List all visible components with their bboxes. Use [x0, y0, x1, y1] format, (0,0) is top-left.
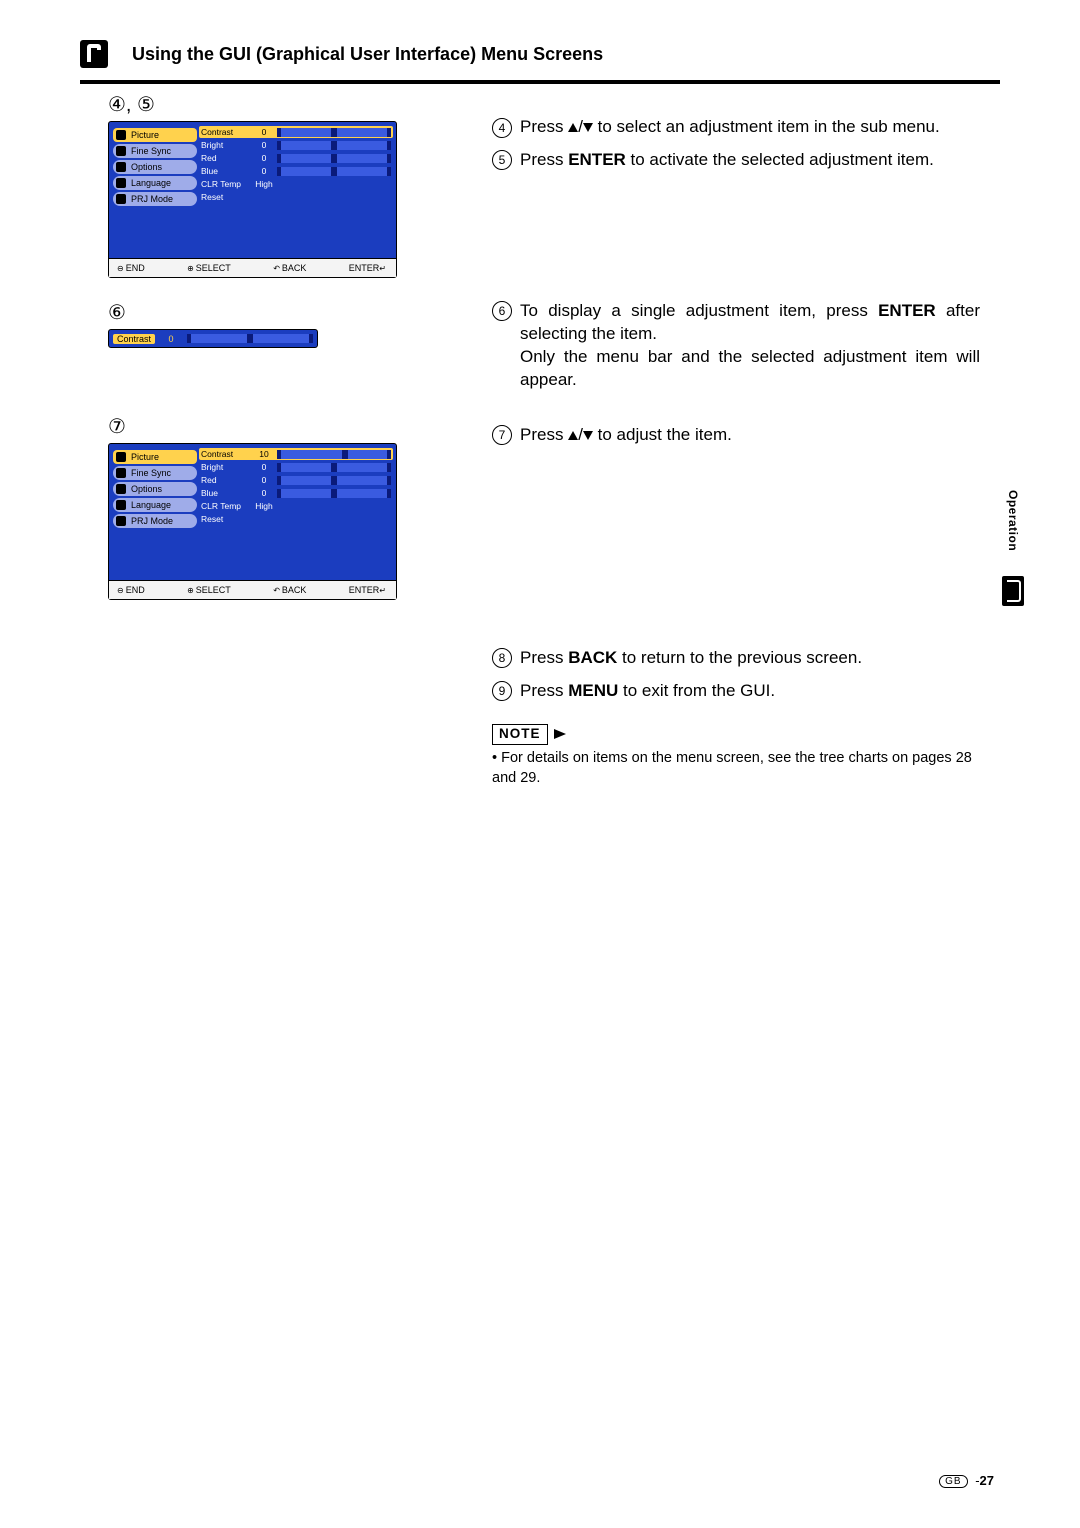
osd-row: Red0 — [201, 474, 391, 486]
instruction-9: 9 Press MENU to exit from the GUI. — [492, 680, 980, 703]
instruction-8: 8 Press BACK to return to the previous s… — [492, 647, 980, 670]
divider — [80, 80, 1000, 84]
note-arrow-icon — [554, 729, 566, 739]
menu-item-options: Options — [113, 482, 197, 496]
instruction-4: 4 Press / to select an adjustment item i… — [492, 116, 980, 139]
menu-item-language: Language — [113, 176, 197, 190]
page-title: Using the GUI (Graphical User Interface)… — [132, 44, 603, 65]
menu-item-picture: Picture — [113, 450, 197, 464]
osd-row: Reset — [201, 191, 391, 203]
step-7-label: ⑦ — [108, 414, 408, 439]
osd-row: CLR TempHigh — [201, 178, 391, 190]
osd-row: CLR TempHigh — [201, 500, 391, 512]
menu-item-finesync: Fine Sync — [113, 144, 197, 158]
step-6-label: ⑥ — [108, 300, 408, 325]
menu-item-prjmode: PRJ Mode — [113, 514, 197, 528]
menu-item-options: Options — [113, 160, 197, 174]
osd-screenshot-7: Picture Fine Sync Options Language PRJ M… — [108, 443, 397, 600]
section-icon — [1002, 576, 1024, 606]
menu-item-prjmode: PRJ Mode — [113, 192, 197, 206]
instruction-6: 6 To display a single adjustment item, p… — [492, 300, 980, 392]
osd-row: Red0 — [201, 152, 391, 164]
osd-row: Contrast10 — [199, 448, 393, 460]
down-arrow-icon — [583, 123, 593, 132]
osd-row: Blue0 — [201, 165, 391, 177]
osd-row: Bright0 — [201, 139, 391, 151]
instruction-5: 5 Press ENTER to activate the selected a… — [492, 149, 980, 172]
up-arrow-icon — [568, 431, 578, 440]
note-heading: NOTE — [492, 722, 980, 745]
osd-row: Reset — [201, 513, 391, 525]
osd-footer: ⊖END ⊕SELECT ↶BACK ENTER↵ — [109, 580, 396, 599]
menu-item-picture: Picture — [113, 128, 197, 142]
note-text: • For details on items on the menu scree… — [492, 749, 980, 788]
osd-footer: ⊖END ⊕SELECT ↶BACK ENTER↵ — [109, 258, 396, 277]
osd-screenshot-45: Picture Fine Sync Options Language PRJ M… — [108, 121, 397, 278]
osd-row: Contrast0 — [199, 126, 393, 138]
osd-row: Blue0 — [201, 487, 391, 499]
osd-screenshot-6: Contrast 0 — [108, 329, 318, 348]
section-tab: Operation — [1006, 490, 1020, 551]
up-arrow-icon — [568, 123, 578, 132]
down-arrow-icon — [583, 431, 593, 440]
osd-row: Bright0 — [201, 461, 391, 473]
instruction-7: 7 Press / to adjust the item. — [492, 424, 980, 447]
menu-item-finesync: Fine Sync — [113, 466, 197, 480]
menu-item-language: Language — [113, 498, 197, 512]
page-number: GB -27 — [939, 1473, 994, 1488]
step-45-label: ④, ⑤ — [108, 92, 408, 117]
remote-icon — [80, 40, 108, 68]
